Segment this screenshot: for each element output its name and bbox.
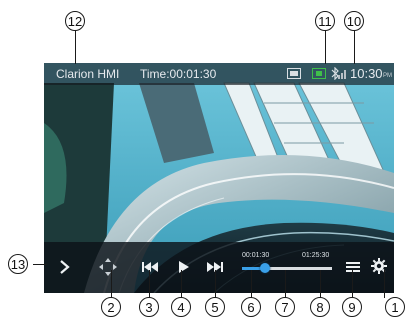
status-indicator-icon [312, 67, 326, 80]
playback-control-bar: 00:01:30 01:25:30 [44, 242, 394, 293]
play-icon[interactable] [172, 256, 194, 278]
gear-icon[interactable] [368, 255, 390, 277]
status-bar: Clarion HMI Time:00:01:30 10:30 PM [44, 63, 394, 85]
progress-track[interactable] [242, 263, 332, 273]
app-name: Clarion HMI [56, 67, 120, 81]
callout-9: 9 [342, 297, 362, 317]
progress-knob[interactable] [260, 263, 271, 273]
progress-end-time: 01:25:30 [302, 252, 330, 259]
progress-start-time: 00:01:30 [242, 252, 270, 259]
menu-icon[interactable] [342, 256, 364, 278]
callout-13: 13 [8, 254, 28, 274]
callout-4: 4 [171, 297, 191, 317]
callout-8: 8 [310, 297, 330, 317]
callout-5: 5 [205, 297, 225, 317]
callout-2: 2 [101, 297, 121, 317]
elapsed-time-label: Time:00:01:30 [140, 67, 217, 81]
clock-ampm: PM [383, 73, 392, 79]
chevron-right-icon[interactable] [54, 256, 76, 278]
callout-10: 10 [344, 11, 364, 31]
screen-icon [287, 67, 301, 80]
video-screen[interactable]: Clarion HMI Time:00:01:30 10:30 PM 00:01… [44, 63, 394, 293]
previous-track-icon[interactable] [139, 256, 161, 278]
callout-6: 6 [241, 297, 261, 317]
callout-11: 11 [315, 11, 335, 31]
clock: 10:30 [350, 66, 383, 81]
callout-1: 1 [385, 297, 405, 317]
callout-12: 12 [65, 11, 85, 31]
callout-7: 7 [275, 297, 295, 317]
callout-3: 3 [139, 297, 159, 317]
move-icon[interactable] [96, 255, 120, 279]
signal-icon [338, 67, 348, 80]
